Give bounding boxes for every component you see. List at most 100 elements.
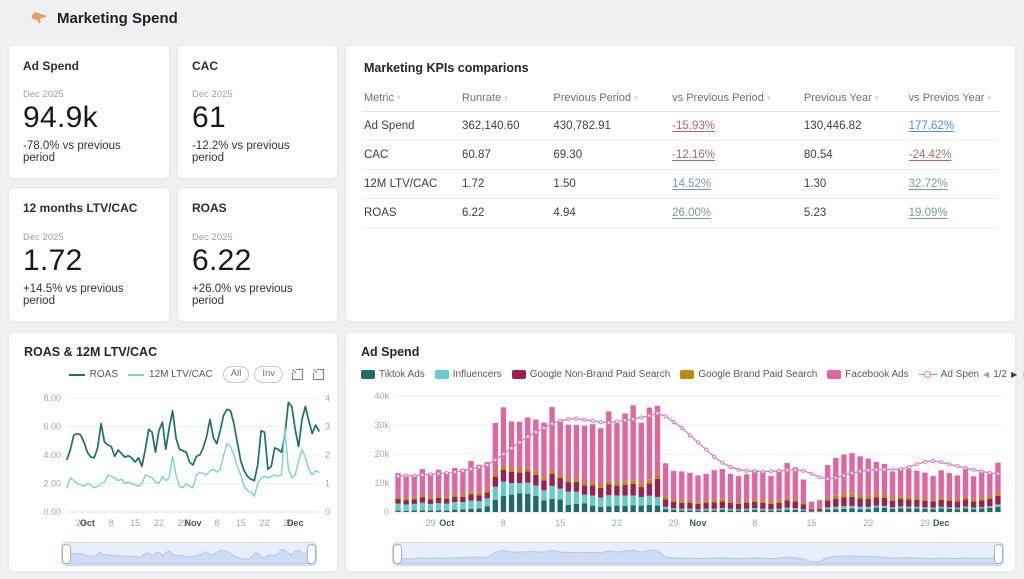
table-cell: 1.30 <box>796 170 901 199</box>
inv-button[interactable]: Inv <box>254 366 283 383</box>
ad-spend-chart-card: Ad Spend Tiktok Ads Influencers Google N… <box>345 332 1016 572</box>
table-cell: -12.16% <box>664 141 796 170</box>
svg-text:22: 22 <box>154 518 164 528</box>
percent-link[interactable]: 14.52% <box>672 178 711 190</box>
svg-text:8: 8 <box>214 518 219 528</box>
legend-item-ad-spend-line[interactable]: Ad Spen <box>919 369 979 380</box>
kpi-value: 1.72 <box>23 244 155 279</box>
kpi-period: Dec 2025 <box>23 232 155 243</box>
page-header: Marketing Spend <box>30 9 178 27</box>
chart-title: Ad Spend <box>361 345 1005 359</box>
kpi-value: 6.22 <box>192 244 323 279</box>
ltv-line-swatch <box>128 374 144 376</box>
svg-text:8: 8 <box>752 518 757 528</box>
sort-icon: ▾ <box>634 95 638 102</box>
table-cell: 14.52% <box>664 170 796 199</box>
legend-label: ROAS <box>90 369 118 380</box>
column-header-previous-period[interactable]: Previous Period▾ <box>545 87 664 112</box>
percent-link[interactable]: -15.93% <box>672 120 715 132</box>
percent-link[interactable]: 19.09% <box>909 207 948 219</box>
svg-text:40k: 40k <box>374 391 389 401</box>
svg-text:15: 15 <box>236 518 246 528</box>
svg-text:3: 3 <box>325 422 330 432</box>
svg-text:Oct: Oct <box>80 518 95 528</box>
legend-item-google-brand[interactable]: Google Brand Paid Search <box>680 369 817 380</box>
table-cell: 430,782.91 <box>545 112 664 141</box>
column-header-vs-previous-period[interactable]: vs Previous Period▾ <box>664 87 796 112</box>
restore-zoom-icon[interactable] <box>312 368 325 381</box>
column-header-runrate[interactable]: Runrate▾ <box>454 87 545 112</box>
svg-text:0: 0 <box>384 507 389 517</box>
legend-label: Tiktok Ads <box>379 369 425 380</box>
chart-title: ROAS & 12M LTV/CAC <box>24 345 327 359</box>
table-cell: 5.23 <box>796 199 901 228</box>
svg-text:20k: 20k <box>374 449 389 459</box>
legend-item-facebook-ads[interactable]: Facebook Ads <box>827 369 908 380</box>
sort-icon: ▾ <box>987 95 991 102</box>
roas-x-zoom-brush[interactable] <box>61 541 317 567</box>
table-cell: 177.62% <box>901 112 999 141</box>
column-header-vs-previos-year[interactable]: vs Previos Year▾ <box>901 87 999 112</box>
svg-text:29: 29 <box>920 518 930 528</box>
table-row: CAC60.8769.30-12.16%80.54-24.42% <box>362 141 999 170</box>
svg-text:Dec: Dec <box>933 518 950 528</box>
table-cell: CAC <box>362 141 454 170</box>
roas-line-swatch <box>69 374 85 376</box>
percent-link[interactable]: 32.72% <box>909 178 948 190</box>
percent-link[interactable]: 177.62% <box>909 120 954 132</box>
svg-text:22: 22 <box>863 518 873 528</box>
megaphone-icon <box>30 9 48 27</box>
legend-item-ltv-cac[interactable]: 12M LTV/CAC <box>128 369 213 380</box>
percent-link[interactable]: 26.00% <box>672 207 711 219</box>
kpi-title: 12 months LTV/CAC <box>23 201 155 215</box>
svg-text:4: 4 <box>325 393 330 403</box>
svg-text:8.00: 8.00 <box>43 393 61 403</box>
kpi-card-ad-spend: Ad Spend Dec 2025 94.9k -78.0% vs previo… <box>8 45 170 179</box>
kpi-delta: -78.0% vs previous period <box>23 140 155 164</box>
svg-text:1: 1 <box>325 479 330 489</box>
page-title: Marketing Spend <box>57 10 178 27</box>
svg-text:0: 0 <box>325 507 330 517</box>
google-brand-swatch <box>680 370 694 379</box>
svg-text:22: 22 <box>612 518 622 528</box>
legend-item-influencers[interactable]: Influencers <box>435 369 502 380</box>
column-header-previous-year[interactable]: Previous Year▾ <box>796 87 901 112</box>
legend-label: Google Non-Brand Paid Search <box>530 369 671 380</box>
all-button[interactable]: All <box>223 366 250 383</box>
zoom-box-icon[interactable] <box>291 368 304 381</box>
kpi-card-cac: CAC Dec 2025 61 -12.2% vs previous perio… <box>177 45 338 179</box>
table-cell: 26.00% <box>664 199 796 228</box>
next-page-icon[interactable]: ▶ <box>1011 370 1017 379</box>
legend-item-google-non-brand[interactable]: Google Non-Brand Paid Search <box>512 369 671 380</box>
table-row: Ad Spend362,140.60430,782.91-15.93%130,4… <box>362 112 999 141</box>
legend-label: 12M LTV/CAC <box>149 369 213 380</box>
legend-label: Facebook Ads <box>845 369 908 380</box>
kpi-card-roas: ROAS Dec 2025 6.22 +26.0% vs previous pe… <box>177 187 338 322</box>
table-cell: 1.72 <box>454 170 545 199</box>
kpi-title: CAC <box>192 59 323 73</box>
column-header-metric[interactable]: Metric▾ <box>362 87 454 112</box>
google-non-brand-swatch <box>512 370 526 379</box>
prev-page-icon[interactable]: ◀ <box>983 370 989 379</box>
svg-text:Nov: Nov <box>689 518 706 528</box>
kpi-title: Ad Spend <box>23 59 155 73</box>
legend-item-roas[interactable]: ROAS <box>69 369 118 380</box>
svg-text:Nov: Nov <box>184 518 201 528</box>
table-header-row: Metric▾Runrate▾Previous Period▾vs Previo… <box>362 87 999 112</box>
table-cell: Ad Spend <box>362 112 454 141</box>
table-cell: 12M LTV/CAC <box>362 170 454 199</box>
ad-spend-x-zoom-brush[interactable] <box>392 541 1004 567</box>
svg-text:22: 22 <box>259 518 269 528</box>
table-cell: -15.93% <box>664 112 796 141</box>
svg-text:Oct: Oct <box>439 518 454 528</box>
table-cell: 130,446.82 <box>796 112 901 141</box>
percent-link[interactable]: -24.42% <box>909 149 952 161</box>
svg-text:29: 29 <box>425 518 435 528</box>
ad-spend-chart-canvas: 010k20k30k40k29Oct8152229Nov8152229Dec <box>358 384 1009 532</box>
percent-link[interactable]: -12.16% <box>672 149 715 161</box>
kpi-period: Dec 2025 <box>192 232 323 243</box>
legend-item-tiktok-ads[interactable]: Tiktok Ads <box>361 369 425 380</box>
kpi-comparison-table: Metric▾Runrate▾Previous Period▾vs Previo… <box>362 87 999 228</box>
table-cell: 19.09% <box>901 199 999 228</box>
svg-text:2: 2 <box>325 450 330 460</box>
